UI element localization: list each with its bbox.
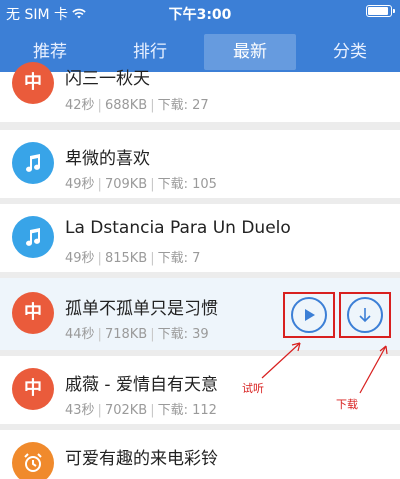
play-button[interactable] xyxy=(291,297,327,333)
item-title: 可爱有趣的来电彩铃 xyxy=(65,449,218,469)
item-meta: 49秒 | 815KB | 下载: 7 xyxy=(65,251,201,266)
list-item[interactable]: 中 闪三一秋天 42秒 | 688KB | 下载: 27 xyxy=(0,62,400,122)
item-title: La Dstancia Para Un Duelo xyxy=(65,218,291,238)
item-title: 戚薇 - 爱情自有天意 xyxy=(65,375,218,395)
list-item[interactable]: La Dstancia Para Un Duelo 49秒 | 815KB | 下载: … xyxy=(0,204,400,272)
download-arrow-icon xyxy=(359,308,371,323)
play-icon xyxy=(305,309,315,321)
item-meta: 42秒 | 688KB | 下载: 27 xyxy=(65,98,209,113)
item-downloads: 下载: 105 xyxy=(157,177,217,192)
list-item-selected[interactable]: 中 孤单不孤单只是习惯 44秒 | 718KB | 下载: 39 xyxy=(0,278,400,350)
tab-bar: 推荐 排行 最新 分类 xyxy=(0,26,400,78)
item-downloads: 下载: 27 xyxy=(157,98,209,113)
music-note-icon xyxy=(12,216,54,258)
item-size: 709KB xyxy=(104,177,148,192)
alarm-clock-glyph xyxy=(24,453,42,472)
item-duration: 42秒 xyxy=(65,98,95,113)
download-annotation: 下载 xyxy=(336,398,358,411)
list-item[interactable]: 可爱有趣的来电彩铃 xyxy=(0,430,400,479)
download-button-highlight xyxy=(339,292,391,338)
zhong-icon: 中 xyxy=(12,62,54,104)
item-title: 卑微的喜欢 xyxy=(65,149,150,169)
battery-fill xyxy=(368,7,388,15)
listen-annotation: 试听 xyxy=(242,382,264,395)
list-item[interactable]: 卑微的喜欢 49秒 | 709KB | 下载: 105 xyxy=(0,130,400,198)
item-size: 702KB xyxy=(104,403,148,418)
item-downloads: 下载: 39 xyxy=(157,327,209,342)
download-button[interactable] xyxy=(347,297,383,333)
battery-icon xyxy=(366,5,395,17)
zhong-icon: 中 xyxy=(12,368,54,410)
item-title: 闪三一秋天 xyxy=(65,69,150,89)
item-downloads: 下载: 7 xyxy=(157,251,201,266)
item-duration: 49秒 xyxy=(65,251,95,266)
header: 无 SIM 卡 下午3:00 推荐 排行 最新 分类 xyxy=(0,0,400,78)
item-meta: 44秒 | 718KB | 下载: 39 xyxy=(65,327,209,342)
music-note-icon xyxy=(12,142,54,184)
status-time: 下午3:00 xyxy=(168,7,232,23)
music-note-glyph xyxy=(26,228,41,246)
item-size: 688KB xyxy=(104,98,148,113)
list-item[interactable]: 中 戚薇 - 爱情自有天意 43秒 | 702KB | 下载: 112 xyxy=(0,356,400,424)
item-meta: 49秒 | 709KB | 下载: 105 xyxy=(65,177,217,192)
item-duration: 43秒 xyxy=(65,403,95,418)
play-button-highlight xyxy=(283,292,335,338)
item-duration: 49秒 xyxy=(65,177,95,192)
status-bar: 无 SIM 卡 下午3:00 xyxy=(0,0,400,26)
item-size: 815KB xyxy=(104,251,148,266)
music-note-glyph xyxy=(26,154,41,172)
item-size: 718KB xyxy=(104,327,148,342)
item-downloads: 下载: 112 xyxy=(157,403,217,418)
item-duration: 44秒 xyxy=(65,327,95,342)
tab-categories[interactable]: 分类 xyxy=(304,34,396,70)
tab-latest[interactable]: 最新 xyxy=(204,34,296,70)
item-title: 孤单不孤单只是习惯 xyxy=(65,299,218,319)
alarm-clock-icon xyxy=(12,442,54,479)
zhong-icon: 中 xyxy=(12,292,54,334)
item-meta: 43秒 | 702KB | 下载: 112 xyxy=(65,403,217,418)
status-right xyxy=(366,5,395,17)
